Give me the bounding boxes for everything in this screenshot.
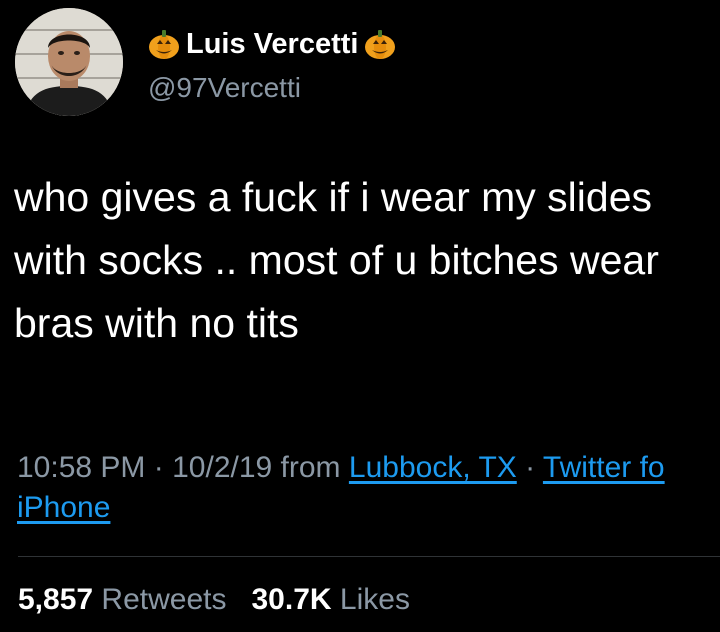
tweet-time[interactable]: 10:58 PM <box>17 451 145 484</box>
retweets-count: 5,857 <box>18 583 94 616</box>
tweet-text-line: bras with no tits <box>14 300 299 346</box>
tweet-card: Luis Vercetti @97Vercetti who gives a fu… <box>0 0 720 632</box>
author-display-name[interactable]: Luis Vercetti <box>186 28 358 61</box>
location-link[interactable]: Lubbock, TX <box>349 451 517 484</box>
likes-label: Likes <box>339 583 410 616</box>
author-name-row[interactable]: Luis Vercetti <box>146 26 398 62</box>
author-handle[interactable]: @97Vercetti <box>148 72 301 104</box>
meta-separator: · <box>153 451 164 484</box>
pumpkin-emoji-icon <box>362 26 398 62</box>
tweet-date[interactable]: 10/2/19 <box>172 451 272 484</box>
tweet-metadata: 10:58 PM · 10/2/19 from Lubbock, TX · Tw… <box>17 448 720 528</box>
client-link-continued[interactable]: iPhone <box>17 491 110 524</box>
likes-stat[interactable]: 30.7K Likes <box>252 583 410 616</box>
from-label: from <box>280 451 341 484</box>
engagement-stats: 5,857 Retweets 30.7K Likes <box>18 583 410 617</box>
tweet-text: who gives a fuck if i wear my slides wit… <box>14 166 714 355</box>
avatar-photo <box>15 8 123 116</box>
likes-count: 30.7K <box>251 583 332 616</box>
meta-separator: · <box>525 451 536 484</box>
divider <box>18 556 720 557</box>
tweet-text-line: with socks .. most of u bitches wear <box>14 237 659 283</box>
retweets-label: Retweets <box>101 583 227 616</box>
pumpkin-emoji-icon <box>146 26 182 62</box>
tweet-text-line: who gives a fuck if i wear my slides <box>14 174 653 220</box>
avatar[interactable] <box>15 8 123 116</box>
client-link[interactable]: Twitter fo <box>543 451 665 484</box>
retweets-stat[interactable]: 5,857 Retweets <box>18 583 226 616</box>
